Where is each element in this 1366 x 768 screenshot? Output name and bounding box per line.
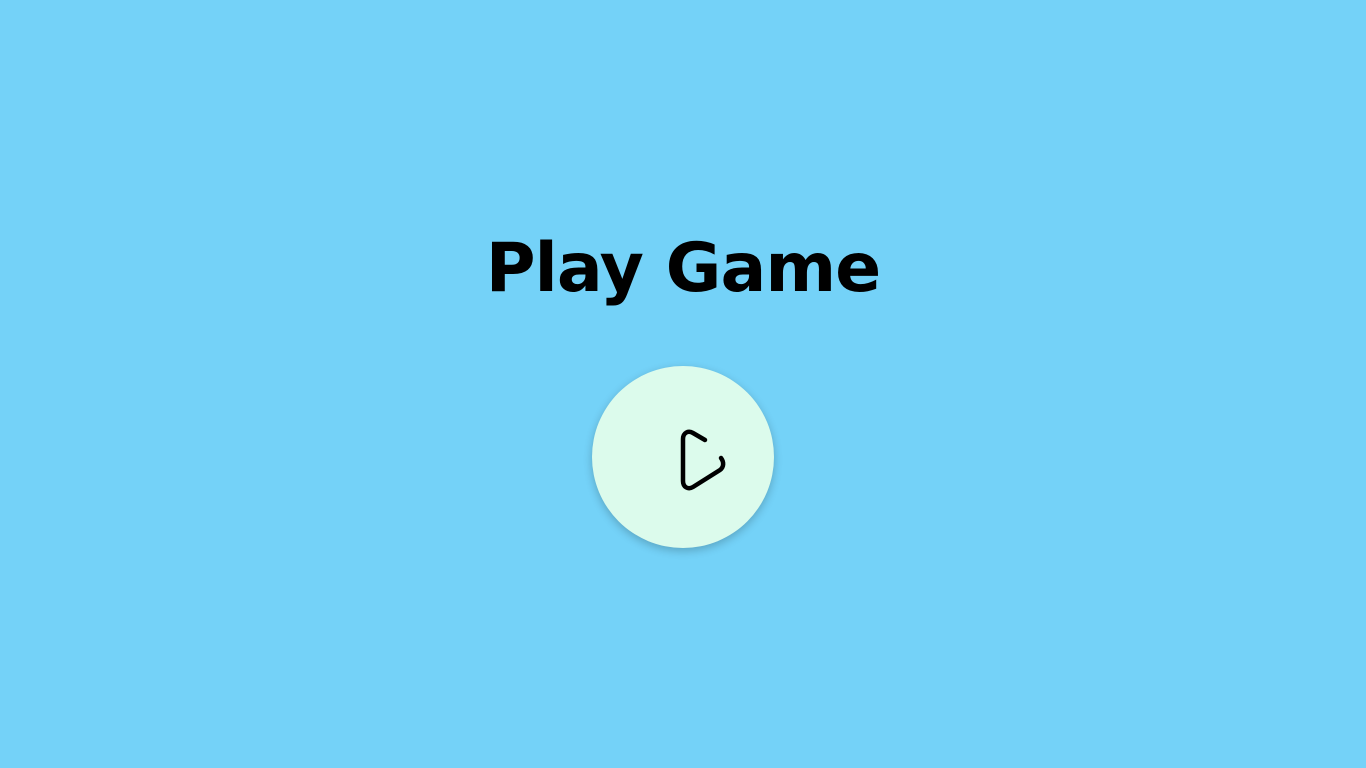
start-screen: Play Game — [0, 0, 1366, 768]
page-title: Play Game — [485, 229, 882, 308]
play-button[interactable] — [592, 366, 774, 548]
play-icon — [680, 429, 726, 491]
